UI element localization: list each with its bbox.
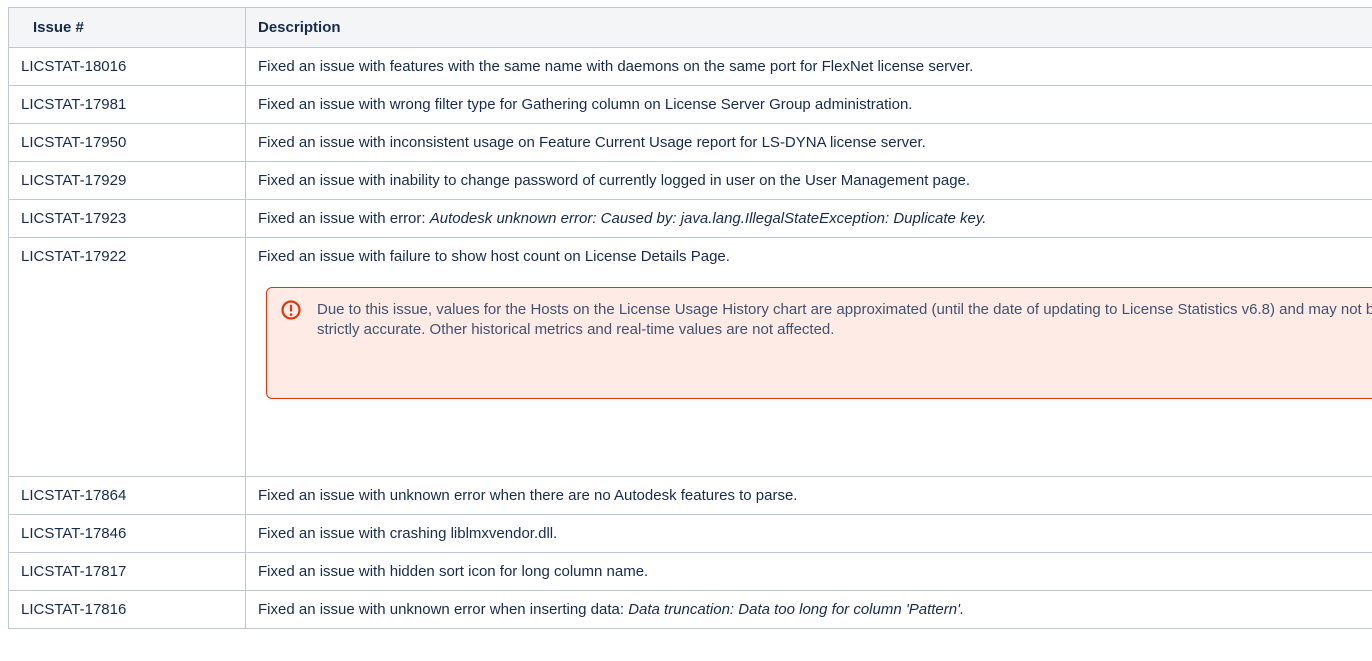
issue-id: LICSTAT-17817	[8, 552, 246, 591]
issue-description: Fixed an issue with crashing liblmxvendo…	[245, 514, 1372, 553]
description-text: Fixed an issue with crashing liblmxvendo…	[258, 525, 558, 542]
issue-id: LICSTAT-17816	[8, 590, 246, 629]
description-text: Fixed an issue with features with the sa…	[258, 58, 974, 75]
issue-id: LICSTAT-17929	[8, 161, 246, 200]
table-row: LICSTAT-17846 Fixed an issue with crashi…	[8, 514, 1372, 553]
issue-description: Fixed an issue with error: Autodesk unkn…	[245, 199, 1372, 238]
issue-description: Fixed an issue with hidden sort icon for…	[245, 552, 1372, 591]
table-header-row: Issue # Description	[8, 7, 1372, 48]
table-row: LICSTAT-17929 Fixed an issue with inabil…	[8, 161, 1372, 200]
table-row: LICSTAT-17950 Fixed an issue with incons…	[8, 123, 1372, 162]
description-text: Fixed an issue with wrong filter type fo…	[258, 96, 913, 113]
release-notes-table-container: Issue # Description LICSTAT-18016 Fixed …	[8, 7, 1372, 661]
issue-id: LICSTAT-17950	[8, 123, 246, 162]
issue-description: Fixed an issue with features with the sa…	[245, 47, 1372, 86]
table-row: LICSTAT-17864 Fixed an issue with unknow…	[8, 476, 1372, 515]
warning-panel: Due to this issue, values for the Hosts …	[266, 287, 1372, 399]
description-text: Fixed an issue with unknown error when i…	[258, 601, 629, 618]
issue-description: Fixed an issue with unknown error when i…	[245, 590, 1372, 629]
column-header-description: Description	[245, 7, 1372, 48]
issue-description: Fixed an issue with unknown error when t…	[245, 476, 1372, 515]
table-row: LICSTAT-17923 Fixed an issue with error:…	[8, 199, 1372, 238]
table-row: LICSTAT-18016 Fixed an issue with featur…	[8, 47, 1372, 86]
warning-panel-text: Due to this issue, values for the Hosts …	[317, 301, 1372, 338]
exclamation-circle-icon	[281, 300, 301, 320]
issue-id: LICSTAT-17922	[8, 237, 246, 477]
issue-description: Fixed an issue with inability to change …	[245, 161, 1372, 200]
description-text: Fixed an issue with inability to change …	[258, 172, 971, 189]
description-text: Fixed an issue with inconsistent usage o…	[258, 134, 926, 151]
table-row: LICSTAT-17981 Fixed an issue with wrong …	[8, 85, 1372, 124]
description-text: Fixed an issue with error:	[258, 210, 430, 227]
issue-id: LICSTAT-17864	[8, 476, 246, 515]
issue-id: LICSTAT-18016	[8, 47, 246, 86]
fixed-issues-table: Issue # Description LICSTAT-18016 Fixed …	[8, 7, 1372, 629]
table-row: LICSTAT-17922 Fixed an issue with failur…	[8, 237, 1372, 477]
error-message-text: Data truncation: Data too long for colum…	[628, 601, 965, 618]
issue-id: LICSTAT-17981	[8, 85, 246, 124]
issue-id: LICSTAT-17846	[8, 514, 246, 553]
table-row: LICSTAT-17816 Fixed an issue with unknow…	[8, 590, 1372, 629]
issue-description: Fixed an issue with failure to show host…	[245, 237, 1372, 477]
issue-description: Fixed an issue with inconsistent usage o…	[245, 123, 1372, 162]
issue-description: Fixed an issue with wrong filter type fo…	[245, 85, 1372, 124]
description-text: Fixed an issue with failure to show host…	[258, 248, 730, 265]
description-text: Fixed an issue with hidden sort icon for…	[258, 563, 649, 580]
error-message-text: Autodesk unknown error: Caused by: java.…	[429, 210, 987, 227]
table-row: LICSTAT-17817 Fixed an issue with hidden…	[8, 552, 1372, 591]
issue-id: LICSTAT-17923	[8, 199, 246, 238]
column-header-issue: Issue #	[8, 7, 246, 48]
description-text: Fixed an issue with unknown error when t…	[258, 487, 798, 504]
